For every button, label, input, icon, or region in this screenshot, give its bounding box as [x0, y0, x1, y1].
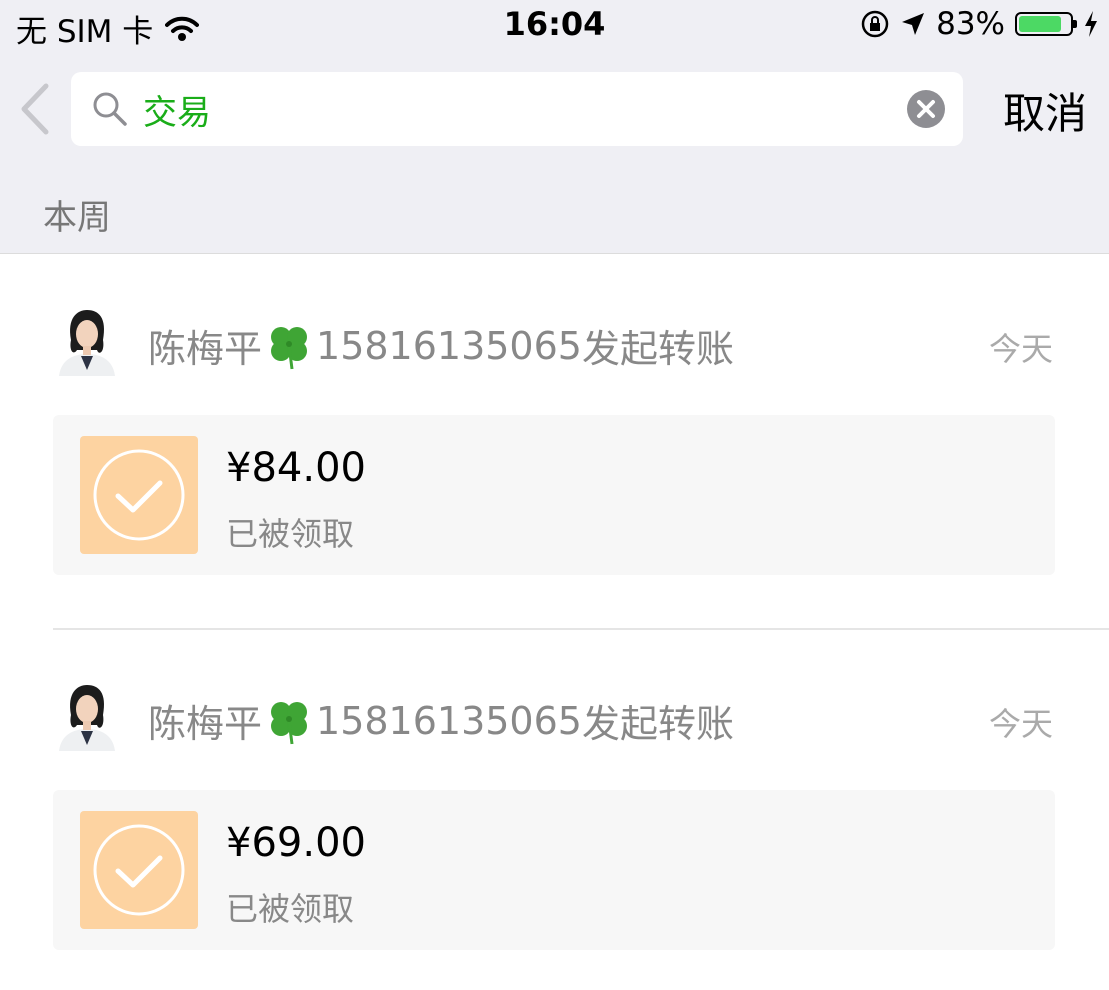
search-icon: [93, 92, 127, 126]
clear-search-icon[interactable]: [907, 90, 945, 128]
section-header-this-week: 本周: [43, 198, 111, 238]
status-bar: 无 SIM 卡 16:04 83%: [0, 0, 1109, 52]
transfer-status: 已被领取: [226, 515, 355, 553]
cancel-button[interactable]: 取消: [1003, 80, 1087, 141]
avatar: [53, 683, 121, 751]
battery-icon: [1015, 12, 1077, 36]
record-action: 发起转账: [581, 702, 734, 746]
transfer-status: 已被领取: [226, 890, 355, 928]
four-leaf-clover-icon: [271, 701, 308, 744]
battery-fill: [1019, 16, 1061, 32]
avatar: [53, 308, 121, 376]
header-area: 无 SIM 卡 16:04 83% 交易 取消 本周: [0, 0, 1109, 254]
record-date: 今天: [988, 330, 1053, 368]
record-date: 今天: [988, 705, 1053, 743]
check-circle-icon: [93, 449, 185, 541]
search-bar[interactable]: [71, 72, 963, 146]
orientation-lock-icon: [861, 10, 889, 38]
four-leaf-clover-icon: [271, 326, 308, 369]
header-divider: [0, 253, 1109, 254]
status-indicators: 83%: [860, 6, 1099, 42]
sender-name: 陈梅平: [148, 702, 263, 746]
transfer-received-icon: [80, 436, 198, 554]
transfer-amount: ¥69.00: [226, 820, 366, 866]
back-chevron-icon[interactable]: [14, 82, 58, 136]
charging-bolt-icon: [1085, 11, 1097, 37]
transfer-card[interactable]: ¥69.00 已被领取: [53, 790, 1055, 950]
search-input[interactable]: [143, 72, 903, 146]
sender-name: 陈梅平: [148, 327, 263, 371]
transfer-received-icon: [80, 811, 198, 929]
transfer-card[interactable]: ¥84.00 已被领取: [53, 415, 1055, 575]
record-title: 陈梅平 15816135065 发起转账: [148, 693, 734, 748]
transfer-amount: ¥84.00: [226, 445, 366, 491]
battery-percent: 83%: [936, 6, 1005, 42]
check-circle-icon: [93, 824, 185, 916]
sender-phone: 15816135065: [316, 323, 582, 368]
record-divider: [53, 628, 1109, 630]
sender-phone: 15816135065: [316, 698, 582, 743]
location-arrow-icon: [902, 13, 925, 35]
record-action: 发起转账: [581, 327, 734, 371]
record-title: 陈梅平 15816135065 发起转账: [148, 318, 734, 373]
